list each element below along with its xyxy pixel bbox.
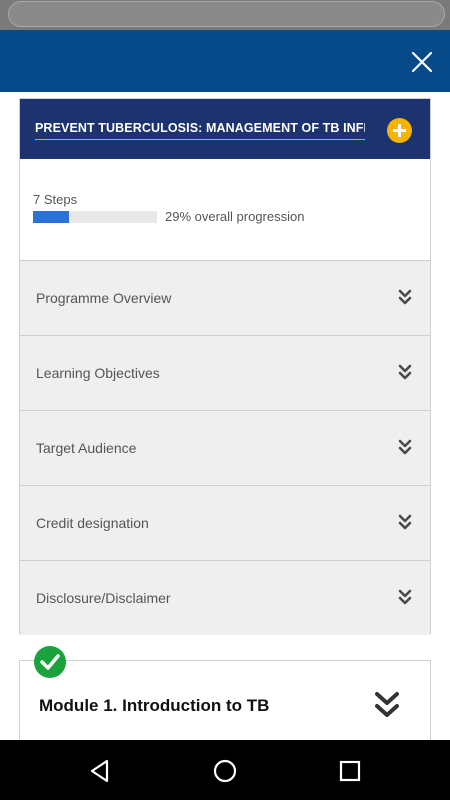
double-chevron-down-icon bbox=[398, 589, 412, 605]
course-title-bar: PREVENT TUBERCULOSIS: MANAGEMENT OF TB I… bbox=[20, 99, 430, 159]
module-title: Module 1. Introduction to TB bbox=[39, 696, 270, 715]
recents-button[interactable] bbox=[337, 758, 363, 784]
plus-circle-icon[interactable] bbox=[387, 118, 412, 143]
section-label: Credit designation bbox=[36, 515, 149, 531]
section-label: Target Audience bbox=[36, 440, 137, 456]
section-label: Learning Objectives bbox=[36, 365, 160, 381]
home-circle-icon bbox=[213, 759, 237, 783]
back-button[interactable] bbox=[87, 758, 113, 784]
android-nav-bar bbox=[0, 740, 450, 800]
steps-count: 7 Steps bbox=[33, 192, 78, 207]
section-label: Programme Overview bbox=[36, 290, 172, 306]
section-programme-overview[interactable]: Programme Overview bbox=[20, 260, 430, 335]
recents-square-icon bbox=[339, 760, 361, 782]
double-chevron-down-icon bbox=[398, 364, 412, 380]
course-card: PREVENT TUBERCULOSIS: MANAGEMENT OF TB I… bbox=[19, 98, 431, 635]
section-label: Disclosure/Disclaimer bbox=[36, 590, 171, 606]
section-credit-designation[interactable]: Credit designation bbox=[20, 485, 430, 560]
double-chevron-down-icon[interactable] bbox=[374, 691, 400, 721]
address-bar[interactable] bbox=[8, 1, 445, 27]
section-target-audience[interactable]: Target Audience bbox=[20, 410, 430, 485]
check-circle-icon bbox=[34, 646, 66, 678]
double-chevron-down-icon bbox=[398, 289, 412, 305]
progress-bar-fill bbox=[33, 211, 69, 223]
section-disclosure-disclaimer[interactable]: Disclosure/Disclaimer bbox=[20, 560, 430, 635]
progress-label: 29% overall progression bbox=[165, 209, 305, 224]
content-area[interactable]: PREVENT TUBERCULOSIS: MANAGEMENT OF TB I… bbox=[0, 92, 450, 740]
course-title: PREVENT TUBERCULOSIS: MANAGEMENT OF TB I… bbox=[35, 121, 365, 140]
close-button[interactable] bbox=[410, 50, 434, 74]
module-card[interactable]: Module 1. Introduction to TB bbox=[19, 660, 431, 740]
double-chevron-down-icon bbox=[398, 514, 412, 530]
app-header bbox=[0, 30, 450, 92]
back-triangle-icon bbox=[90, 759, 109, 783]
progress-section: 7 Steps 29% overall progression bbox=[20, 159, 430, 260]
browser-bar bbox=[0, 0, 450, 30]
check-icon bbox=[40, 654, 60, 670]
section-learning-objectives[interactable]: Learning Objectives bbox=[20, 335, 430, 410]
close-icon bbox=[411, 51, 433, 73]
double-chevron-down-icon bbox=[398, 439, 412, 455]
home-button[interactable] bbox=[212, 758, 238, 784]
progress-bar bbox=[33, 211, 157, 223]
